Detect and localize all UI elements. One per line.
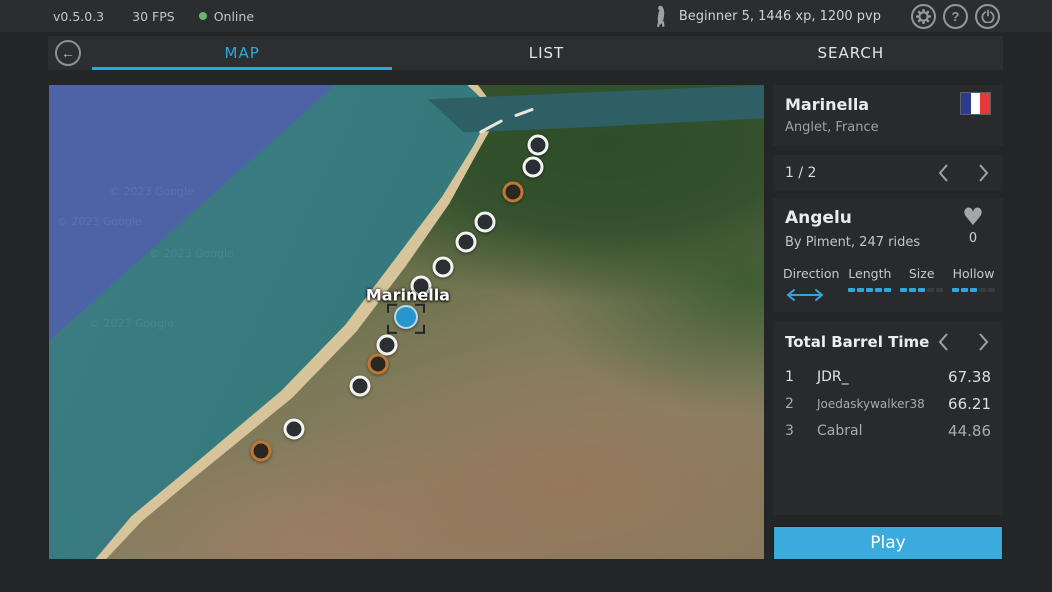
version-label: v0.5.0.3 (53, 8, 105, 24)
map-marker[interactable] (502, 181, 524, 203)
heart-icon: ♥ (962, 203, 984, 231)
attr-direction: Direction (783, 266, 839, 302)
time-cell: 67.38 (948, 367, 991, 386)
leaderboard-row: 3 Cabral 44.86 (785, 417, 991, 444)
map-marker[interactable] (367, 353, 389, 375)
pagination-label: 1 / 2 (785, 165, 817, 181)
map-marker[interactable] (410, 275, 432, 297)
next-page-button[interactable] (972, 160, 995, 186)
attr-hollow: Hollow (952, 266, 995, 302)
hollow-rating (952, 288, 995, 292)
power-button[interactable] (975, 3, 1000, 29)
chevron-left-icon (938, 164, 949, 182)
help-button[interactable]: ? (943, 3, 968, 29)
google-watermark: © 2023 Google (109, 185, 194, 198)
play-button[interactable]: Play (773, 526, 1003, 560)
leaderboard-row: 1 JDR_ 67.38 (785, 363, 991, 390)
tab-search[interactable]: SEARCH (699, 36, 1003, 70)
player-rank-badge: Beginner 5, 1446 xp, 1200 pvp (678, 8, 881, 24)
spot-attributes: Direction Length Size Hollow (783, 266, 995, 302)
leaderboard-prev-button[interactable] (932, 329, 955, 355)
top-bar: v0.5.0.3 30 FPS Online Beginner 5, 1446 … (0, 0, 1052, 32)
attr-length: Length (848, 266, 891, 302)
back-arrow-icon: ← (61, 45, 75, 61)
name-cell: Joedaskywalker38 (817, 396, 925, 411)
name-cell: Cabral (817, 422, 863, 439)
leaderboard-title: Total Barrel Time (785, 333, 930, 351)
tab-list[interactable]: LIST (394, 36, 698, 70)
direction-arrows-icon (783, 288, 839, 302)
surfer-icon (651, 5, 671, 27)
map-marker[interactable] (527, 134, 549, 156)
pagination-panel: 1 / 2 (773, 155, 1003, 191)
online-dot-icon (198, 12, 207, 20)
selected-marker[interactable] (386, 303, 425, 334)
rank-cell: 1 (785, 368, 794, 385)
location-panel: Marinella Anglet, France (773, 85, 1003, 146)
fps-label: 30 FPS (132, 8, 175, 24)
location-region: Anglet, France (785, 120, 879, 135)
map-view[interactable]: © 2023 Google © 2023 Google © 2023 Googl… (49, 85, 764, 559)
power-icon (981, 9, 995, 23)
map-marker[interactable] (349, 375, 371, 397)
leaderboard-panel: Total Barrel Time 1 JDR_ 67.38 2 Joedask… (773, 321, 1003, 515)
france-flag-icon (961, 93, 991, 114)
gear-icon (916, 8, 931, 24)
online-status-label: Online (213, 8, 255, 24)
chevron-right-icon (978, 164, 989, 182)
time-cell: 44.86 (948, 421, 991, 440)
spot-panel: Angelu By Piment, 247 rides ♥ 0 Directio… (773, 198, 1003, 312)
rank-cell: 3 (785, 422, 794, 439)
question-icon: ? (951, 8, 960, 24)
name-cell: JDR_ (817, 368, 849, 385)
map-marker[interactable] (522, 156, 544, 178)
leaderboard-next-button[interactable] (972, 329, 995, 355)
length-rating (848, 288, 892, 292)
map-marker[interactable] (455, 231, 477, 253)
map-marker[interactable] (474, 211, 496, 233)
favorite-button[interactable]: ♥ 0 (957, 204, 989, 246)
prev-page-button[interactable] (932, 160, 955, 186)
chevron-right-icon (978, 333, 989, 351)
rank-cell: 2 (785, 395, 794, 412)
chevron-left-icon (938, 333, 949, 351)
tab-map[interactable]: MAP (90, 36, 394, 70)
time-cell: 66.21 (948, 394, 991, 413)
map-marker[interactable] (283, 418, 305, 440)
settings-button[interactable] (911, 3, 936, 29)
map-marker[interactable] (432, 256, 454, 278)
back-button[interactable]: ← (55, 40, 81, 66)
tab-bar: ← MAP LIST SEARCH (48, 36, 1003, 70)
favorite-count: 0 (968, 231, 978, 246)
size-rating (900, 288, 944, 292)
google-watermark: © 2023 Google (57, 215, 142, 228)
map-marker[interactable] (376, 334, 398, 356)
map-marker[interactable] (250, 440, 272, 462)
leaderboard-row: 2 Joedaskywalker38 66.21 (785, 390, 991, 417)
attr-size: Size (900, 266, 944, 302)
